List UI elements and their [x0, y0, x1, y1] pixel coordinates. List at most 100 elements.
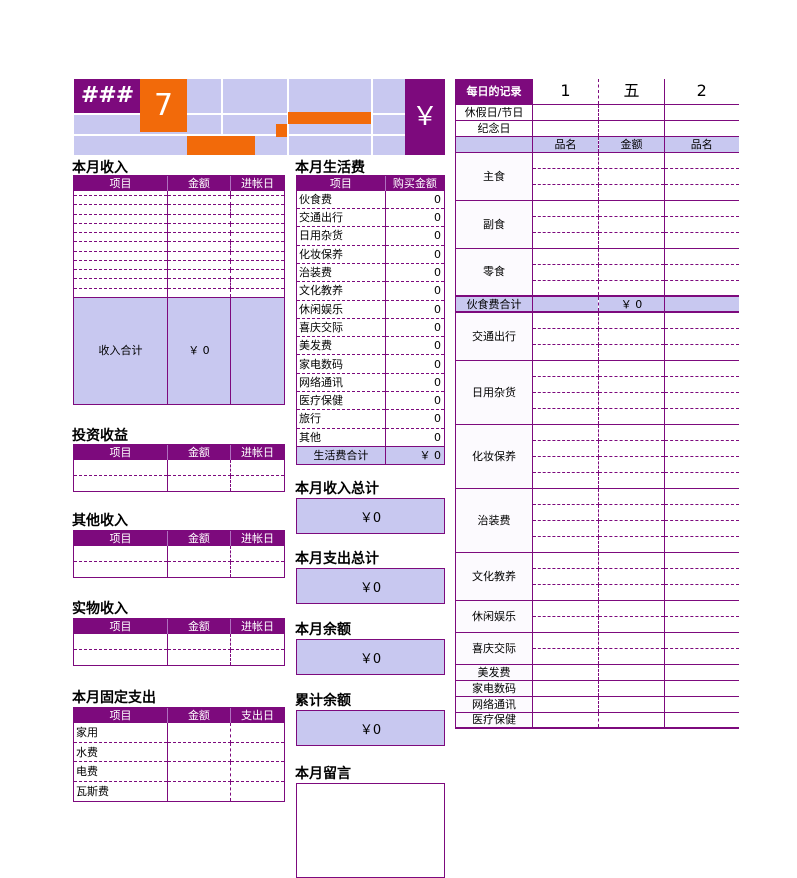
entry-item[interactable]: [532, 552, 599, 569]
summary-box-cumulative-balance[interactable]: ￥0: [296, 710, 445, 746]
entry-amount[interactable]: [598, 472, 665, 489]
table-row[interactable]: 美发费 0: [297, 336, 444, 356]
table-row[interactable]: [74, 269, 284, 280]
cell-item[interactable]: [74, 204, 168, 215]
cell-amount[interactable]: 0: [385, 373, 444, 393]
entry-item[interactable]: [532, 520, 599, 537]
category-row[interactable]: 休闲娱乐: [455, 600, 739, 633]
anniversary-cell-3[interactable]: [664, 120, 739, 137]
income-table[interactable]: 项目 金额 进帐日 收入合计 ￥ 0: [73, 175, 285, 405]
cell-amount[interactable]: [167, 223, 231, 234]
cell-amount[interactable]: [167, 761, 231, 783]
entry-item[interactable]: [532, 248, 599, 265]
cell-amount[interactable]: [167, 460, 231, 476]
entry-item2[interactable]: [664, 264, 739, 281]
cell-item[interactable]: [74, 251, 168, 261]
entry-item[interactable]: [532, 232, 599, 249]
entry-item2[interactable]: [664, 568, 739, 585]
entry-item[interactable]: [532, 168, 599, 185]
entry-item[interactable]: [532, 312, 599, 329]
cell-date[interactable]: [230, 251, 284, 261]
entry-amount[interactable]: [598, 152, 665, 169]
entry-item2[interactable]: [664, 344, 739, 361]
entry-item[interactable]: [532, 456, 599, 473]
cell-date[interactable]: [230, 546, 284, 562]
cell-amount[interactable]: [167, 634, 231, 650]
category-row[interactable]: 零食: [455, 248, 739, 297]
table-row[interactable]: [74, 649, 284, 666]
entry-item[interactable]: [532, 568, 599, 585]
entry-amount[interactable]: [598, 344, 665, 361]
holiday-cell-3[interactable]: [664, 104, 739, 121]
entry-item2[interactable]: [664, 712, 739, 729]
cell-amount[interactable]: 0: [385, 281, 444, 301]
table-row[interactable]: 网络通讯 0: [297, 373, 444, 393]
entry-amount[interactable]: [598, 600, 665, 617]
cell-item[interactable]: [74, 634, 168, 650]
entry-amount[interactable]: [598, 312, 665, 329]
cell-amount[interactable]: [167, 781, 231, 801]
entry-item[interactable]: [532, 488, 599, 505]
entry-item2[interactable]: [664, 472, 739, 489]
cell-date[interactable]: [230, 650, 284, 666]
category-row[interactable]: 美发费: [455, 664, 739, 681]
entry-item[interactable]: [532, 216, 599, 233]
category-row[interactable]: 交通出行: [455, 312, 739, 361]
cell-item[interactable]: 电费: [74, 761, 168, 783]
entry-item2[interactable]: [664, 168, 739, 185]
cell-item[interactable]: [74, 278, 168, 289]
cell-amount[interactable]: [167, 742, 231, 763]
entry-amount[interactable]: [598, 360, 665, 377]
entry-amount[interactable]: [598, 712, 665, 729]
cell-date[interactable]: [230, 204, 284, 215]
category-row[interactable]: 主食: [455, 152, 739, 201]
memo-box[interactable]: [296, 783, 445, 878]
entry-item[interactable]: [532, 152, 599, 169]
cell-date[interactable]: [230, 634, 284, 650]
cell-amount[interactable]: 0: [385, 428, 444, 447]
entry-amount[interactable]: [598, 680, 665, 697]
cell-date[interactable]: [230, 195, 284, 206]
cell-date[interactable]: [230, 260, 284, 271]
entry-item[interactable]: [532, 328, 599, 345]
entry-item[interactable]: [532, 696, 599, 713]
table-row[interactable]: 其他 0: [297, 428, 444, 447]
summary-box-monthly-balance[interactable]: ￥0: [296, 639, 445, 675]
entry-item2[interactable]: [664, 488, 739, 505]
entry-amount[interactable]: [598, 552, 665, 569]
cell-date[interactable]: [230, 223, 284, 234]
cell-amount[interactable]: 0: [385, 354, 444, 374]
entry-amount[interactable]: [598, 456, 665, 473]
table-row[interactable]: [74, 288, 284, 298]
entry-item2[interactable]: [664, 248, 739, 265]
cell-item[interactable]: [74, 288, 168, 298]
table-row[interactable]: 喜庆交际 0: [297, 318, 444, 338]
table-row[interactable]: 休闲娱乐 0: [297, 300, 444, 319]
entry-item2[interactable]: [664, 200, 739, 217]
cell-amount[interactable]: [167, 269, 231, 280]
table-row[interactable]: 水费: [74, 742, 284, 763]
cell-item[interactable]: [74, 214, 168, 224]
entry-item[interactable]: [532, 632, 599, 649]
category-row[interactable]: 副食: [455, 200, 739, 249]
cell-item[interactable]: [74, 260, 168, 271]
cell-date[interactable]: [230, 562, 284, 578]
cell-amount[interactable]: 0: [385, 245, 444, 264]
cell-amount[interactable]: 0: [385, 263, 444, 283]
cell-item[interactable]: 水费: [74, 742, 168, 763]
summary-box-monthly-expense[interactable]: ￥0: [296, 568, 445, 604]
cell-amount[interactable]: [167, 195, 231, 206]
cell-date[interactable]: [230, 723, 284, 743]
cell-item[interactable]: [74, 223, 168, 234]
category-row[interactable]: 网络通讯: [455, 696, 739, 713]
table-row[interactable]: 化妆保养 0: [297, 245, 444, 264]
entry-amount[interactable]: [598, 584, 665, 601]
entry-item2[interactable]: [664, 552, 739, 569]
category-row[interactable]: 喜庆交际: [455, 632, 739, 665]
entry-amount[interactable]: [598, 536, 665, 553]
daily-record-panel[interactable]: 每日的记录 1 五 2 休假日/节日 纪念日 品名 金额 品名 主食 副食 零食…: [455, 79, 739, 819]
cell-amount[interactable]: 0: [385, 191, 444, 210]
entry-item[interactable]: [532, 408, 599, 425]
entry-item2[interactable]: [664, 360, 739, 377]
entry-item2[interactable]: [664, 232, 739, 249]
